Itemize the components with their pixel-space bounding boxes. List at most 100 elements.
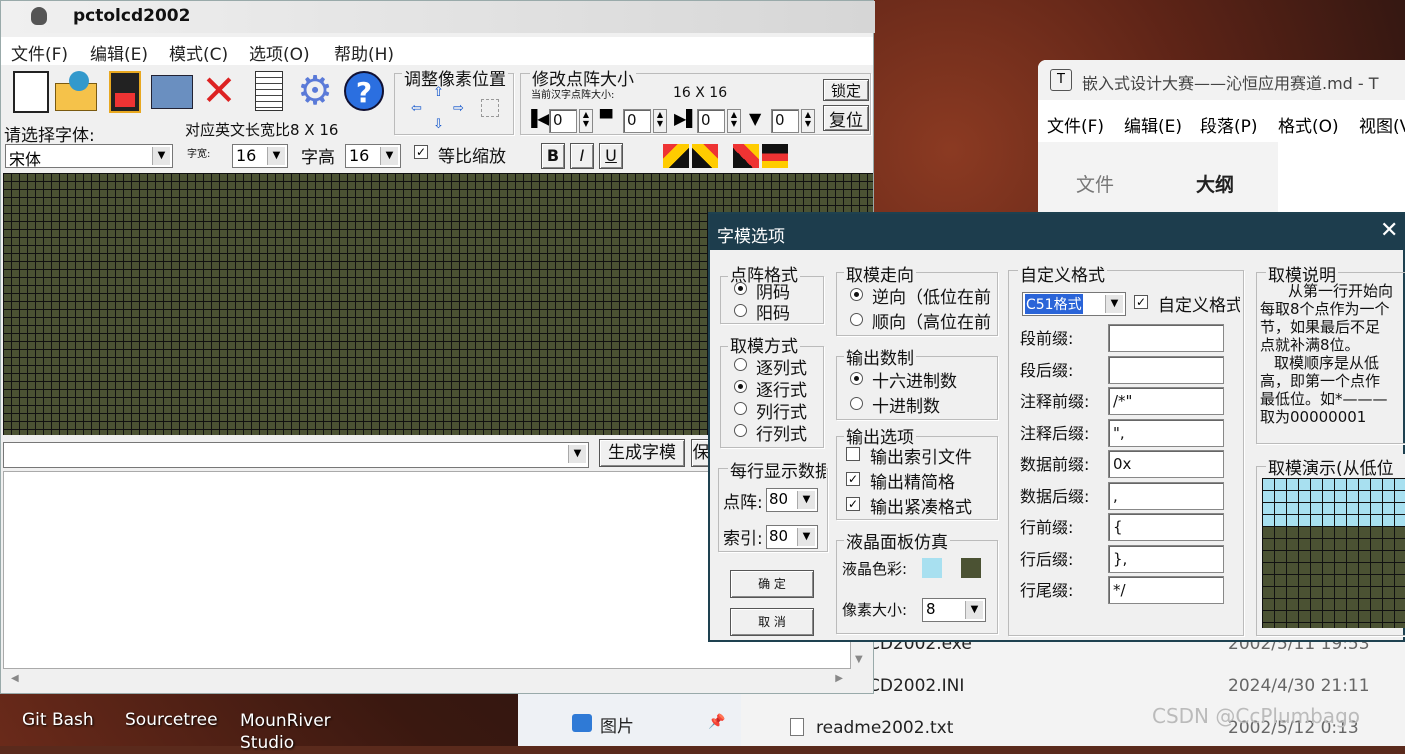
custom-field-input[interactable]: { [1108,513,1224,541]
rotate-left-icon[interactable] [663,144,689,168]
bold-button[interactable]: B [541,143,565,169]
shrink-right-icon[interactable]: ▶▌ [674,109,699,128]
help-icon[interactable]: ? [342,69,384,113]
format-select[interactable]: C51格式 ▼ [1022,292,1126,316]
flip-vertical-icon[interactable] [762,144,788,168]
chevron-down-icon[interactable]: ▼ [380,147,398,165]
sidebar-item-pictures[interactable]: 图片 [600,712,634,737]
compact-checkbox[interactable]: ✓ [846,472,860,486]
desktop-icon-mounriver[interactable]: MounRiver Studio [240,710,340,754]
dot-select[interactable]: 80 ▼ [766,488,818,512]
index-select[interactable]: 80 ▼ [766,525,818,549]
custom-field-input[interactable]: }, [1108,544,1224,573]
typora-menu-file[interactable]: 文件(F) [1047,112,1104,137]
scale-checkbox[interactable]: ✓ [414,145,428,159]
shrink-left-icon[interactable]: ▐◀ [525,109,550,128]
radio-negative[interactable] [734,282,747,295]
rotate-right-icon[interactable] [692,144,718,168]
menu-mode[interactable]: 模式(C) [169,40,228,65]
radio-positive[interactable] [734,304,747,317]
top-spin-input[interactable]: 0 [623,109,651,133]
radio-hex[interactable] [850,372,863,385]
move-left-icon[interactable]: ⇦ [411,101,422,116]
pixel-size-select[interactable]: 8 ▼ [922,598,986,622]
tab-files[interactable]: 文件 [1076,170,1114,197]
index-file-checkbox[interactable] [846,447,860,461]
menu-help[interactable]: 帮助(H) [334,40,394,65]
radio-reverse[interactable] [850,288,863,301]
chevron-down-icon[interactable]: ▼ [797,528,815,546]
menu-options[interactable]: 选项(O) [249,40,310,65]
radio-column[interactable] [734,358,747,371]
custom-field-input[interactable]: */ [1108,576,1224,604]
center-icon[interactable] [481,99,499,117]
custom-field-input[interactable]: /*" [1108,387,1224,415]
close-icon[interactable]: ✕ [1380,218,1398,243]
right-spin-input[interactable]: 0 [697,109,725,133]
height-select[interactable]: 16 ▼ [345,144,401,168]
generate-button[interactable]: 生成字模 [599,439,685,467]
menu-edit[interactable]: 编辑(E) [90,40,148,65]
italic-button[interactable]: I [570,143,594,169]
radio-forward[interactable] [850,313,863,326]
width-select[interactable]: 16 ▼ [232,144,288,168]
underline-button[interactable]: U [599,143,623,169]
desktop-icon-sourcetree[interactable]: Sourcetree [125,710,218,730]
menu-file[interactable]: 文件(F) [11,40,68,65]
cancel-button[interactable]: 取 消 [730,608,814,636]
chevron-down-icon[interactable]: ▼ [568,445,586,463]
typora-menu-paragraph[interactable]: 段落(P) [1200,112,1258,137]
ok-button[interactable]: 确 定 [730,570,814,598]
new-file-icon[interactable] [9,69,49,113]
right-spin-arrows[interactable]: ▲ ▼ [727,109,741,133]
settings-gear-icon[interactable]: ⚙ [295,69,335,113]
chevron-down-icon[interactable]: ▼ [152,147,170,165]
flip-horizontal-icon[interactable] [733,144,759,168]
pin-icon[interactable]: 📌 [708,714,725,730]
typora-menu-edit[interactable]: 编辑(E) [1124,112,1182,137]
desktop-icon-git-bash[interactable]: Git Bash [22,710,94,730]
typora-menu-format[interactable]: 格式(O) [1278,112,1339,137]
chevron-down-icon[interactable]: ▼ [965,601,983,619]
custom-field-input[interactable]: ", [1108,418,1224,447]
tab-outline[interactable]: 大纲 [1196,170,1234,197]
radio-row[interactable] [734,380,747,393]
file-name[interactable]: readme2002.txt [816,718,953,738]
bottom-spin-arrows[interactable]: ▲ ▼ [801,109,815,133]
custom-format-checkbox[interactable]: ✓ [1134,295,1148,309]
chevron-down-icon[interactable]: ▼ [267,147,285,165]
move-down-icon[interactable]: ⇩ [433,117,444,132]
lcd-bg-color-swatch[interactable] [961,558,981,578]
left-spin-arrows[interactable]: ▲ ▼ [579,109,593,133]
move-right-icon[interactable]: ⇨ [453,101,464,116]
export-icon[interactable] [151,69,193,113]
typora-menu-view[interactable]: 视图(V [1359,112,1405,137]
left-spin-input[interactable]: 0 [549,109,577,133]
bottom-spin-input[interactable]: 0 [771,109,799,133]
char-input-combo[interactable]: ▼ [3,442,589,468]
font-select[interactable]: 宋体 ▼ [5,144,173,169]
lcd-fg-color-swatch[interactable] [922,558,942,578]
radio-column-row[interactable] [734,402,747,415]
chevron-down-icon[interactable]: ▼ [797,491,815,509]
shrink-bottom-icon[interactable]: ▼ [749,109,761,128]
delete-icon[interactable]: ✕ [199,69,239,113]
open-folder-icon[interactable] [55,69,97,113]
lock-button[interactable]: 锁定 [823,79,869,101]
custom-field-input[interactable]: , [1108,481,1224,510]
file-name[interactable]: CD2002.INI [868,676,964,696]
custom-field-input[interactable] [1108,324,1224,352]
shrink-top-icon[interactable]: ▀ [600,109,612,128]
reset-button[interactable]: 复位 [823,105,869,131]
tight-checkbox[interactable]: ✓ [846,497,860,511]
move-up-icon[interactable]: ⇧ [433,85,444,100]
notes-icon[interactable] [249,69,289,113]
radio-decimal[interactable] [850,397,863,410]
custom-field-input[interactable]: 0x [1108,450,1224,478]
top-spin-arrows[interactable]: ▲ ▼ [653,109,667,133]
custom-field-input[interactable] [1108,355,1224,384]
chevron-down-icon[interactable]: ▼ [1105,295,1123,313]
save-icon[interactable] [105,69,145,113]
horizontal-scrollbar[interactable]: ◀ ▶ [3,669,851,691]
radio-row-column[interactable] [734,424,747,437]
